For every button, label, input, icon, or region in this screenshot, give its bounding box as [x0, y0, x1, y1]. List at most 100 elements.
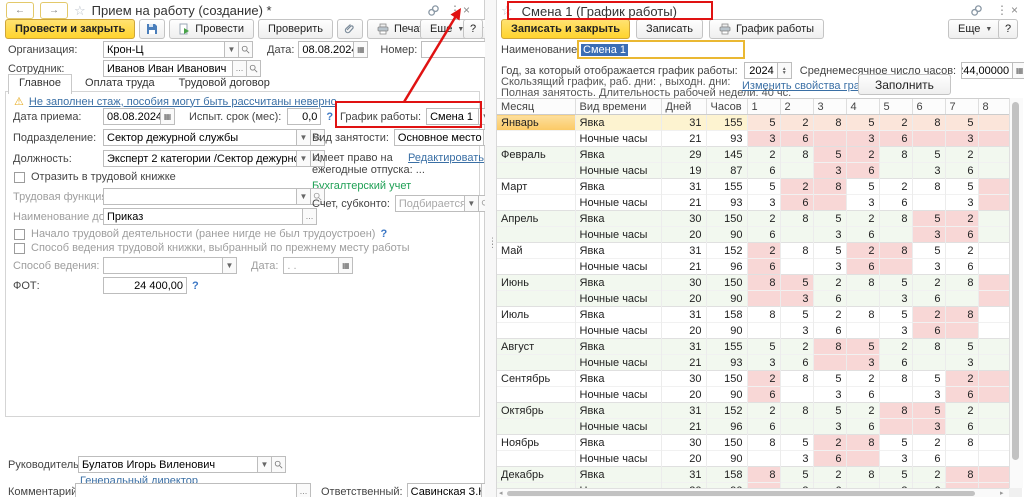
schedule-cell[interactable]: 155: [706, 179, 747, 195]
schedule-cell[interactable]: 6: [912, 451, 945, 467]
position-field[interactable]: Эксперт 2 категории /Сектор дежурной слу…: [103, 150, 297, 167]
forward-button[interactable]: →: [40, 2, 68, 19]
schedule-cell[interactable]: [978, 179, 1009, 195]
column-header[interactable]: Месяц: [497, 99, 575, 115]
schedule-cell[interactable]: 2: [912, 467, 945, 483]
schedule-cell[interactable]: 3: [912, 163, 945, 179]
schedule-cell[interactable]: 2: [912, 307, 945, 323]
schedule-cell[interactable]: 3: [912, 227, 945, 243]
horizontal-scrollbar-thumb[interactable]: [507, 491, 975, 496]
schedule-cell[interactable]: 150: [706, 275, 747, 291]
schedule-cell[interactable]: 3: [780, 451, 813, 467]
month-cell[interactable]: Декабрь: [497, 467, 575, 483]
schedule-cell[interactable]: 3: [879, 451, 912, 467]
schedule-cell[interactable]: Явка: [575, 403, 661, 419]
schedule-cell[interactable]: 5: [747, 339, 780, 355]
schedule-cell[interactable]: 31: [661, 115, 706, 131]
schedule-cell[interactable]: 3: [780, 323, 813, 339]
month-cell[interactable]: [497, 451, 575, 467]
year-spinner[interactable]: ▲▼: [778, 62, 792, 79]
schedule-cell[interactable]: 6: [780, 195, 813, 211]
position-dropdown-button[interactable]: ▼: [297, 150, 311, 167]
responsible-field[interactable]: Савинская З.Ю. (Системн: [407, 483, 482, 497]
schedule-cell[interactable]: [846, 323, 879, 339]
schedule-cell[interactable]: 8: [813, 179, 846, 195]
schedule-cell[interactable]: 8: [813, 339, 846, 355]
schedule-cell[interactable]: 5: [879, 307, 912, 323]
schedule-cell[interactable]: 6: [846, 387, 879, 403]
schedule-cell[interactable]: 2: [747, 371, 780, 387]
schedule-cell[interactable]: [945, 291, 978, 307]
fill-button[interactable]: Заполнить: [858, 74, 951, 95]
schedule-cell[interactable]: 8: [747, 435, 780, 451]
schedule-cell[interactable]: 90: [706, 451, 747, 467]
schedule-cell[interactable]: 5: [846, 115, 879, 131]
schedule-cell[interactable]: Явка: [575, 179, 661, 195]
schedule-cell[interactable]: 3: [945, 355, 978, 371]
schedule-cell[interactable]: 96: [706, 259, 747, 275]
schedule-cell[interactable]: 3: [813, 163, 846, 179]
date-calendar-button[interactable]: ▦: [354, 41, 368, 58]
column-header[interactable]: 8: [978, 99, 1009, 115]
schedule-cell[interactable]: [780, 259, 813, 275]
schedule-cell[interactable]: 93: [706, 131, 747, 147]
column-header[interactable]: 3: [813, 99, 846, 115]
schedule-cell[interactable]: Ночные часы: [575, 355, 661, 371]
schedule-cell[interactable]: [846, 291, 879, 307]
schedule-cell[interactable]: 152: [706, 243, 747, 259]
manager-dropdown-button[interactable]: ▼: [258, 456, 272, 473]
department-field[interactable]: Сектор дежурной службы: [103, 129, 297, 146]
schedule-cell[interactable]: Явка: [575, 211, 661, 227]
manager-open-button[interactable]: [272, 456, 286, 473]
doc-name-field[interactable]: Приказ: [103, 208, 303, 225]
schedule-cell[interactable]: 3: [846, 195, 879, 211]
schedule-cell[interactable]: 150: [706, 371, 747, 387]
schedule-cell[interactable]: 31: [661, 403, 706, 419]
schedule-cell[interactable]: 20: [661, 387, 706, 403]
schedule-cell[interactable]: [747, 323, 780, 339]
schedule-cell[interactable]: 2: [747, 211, 780, 227]
schedule-cell[interactable]: Ночные часы: [575, 291, 661, 307]
post-and-close-button[interactable]: Провести и закрыть: [5, 19, 135, 39]
schedule-cell[interactable]: [879, 387, 912, 403]
schedule-cell[interactable]: 6: [945, 419, 978, 435]
month-cell[interactable]: Июнь: [497, 275, 575, 291]
schedule-cell[interactable]: 5: [879, 275, 912, 291]
fot-help-icon[interactable]: ?: [192, 280, 199, 292]
schedule-cell[interactable]: 152: [706, 403, 747, 419]
schedule-cell[interactable]: 90: [706, 291, 747, 307]
schedule-cell[interactable]: [945, 451, 978, 467]
link-icon[interactable]: [427, 4, 440, 19]
number-field[interactable]: [421, 41, 487, 58]
schedule-cell[interactable]: 8: [945, 435, 978, 451]
schedule-cell[interactable]: Явка: [575, 371, 661, 387]
schedule-cell[interactable]: 5: [780, 435, 813, 451]
check-button[interactable]: Проверить: [258, 19, 333, 39]
left-help-button[interactable]: ?: [463, 19, 483, 39]
schedule-cell[interactable]: 8: [780, 403, 813, 419]
schedule-cell[interactable]: Явка: [575, 435, 661, 451]
schedule-cell[interactable]: [780, 163, 813, 179]
labor-book-checkbox[interactable]: [14, 243, 25, 254]
schedule-cell[interactable]: [780, 227, 813, 243]
schedule-cell[interactable]: [978, 323, 1009, 339]
schedule-cell[interactable]: 8: [780, 211, 813, 227]
month-cell[interactable]: Март: [497, 179, 575, 195]
schedule-cell[interactable]: Явка: [575, 339, 661, 355]
schedule-cell[interactable]: [978, 227, 1009, 243]
schedule-cell[interactable]: 3: [813, 419, 846, 435]
schedule-cell[interactable]: [879, 419, 912, 435]
column-header[interactable]: 7: [945, 99, 978, 115]
department-dropdown-button[interactable]: ▼: [297, 129, 311, 146]
schedule-cell[interactable]: [978, 243, 1009, 259]
schedule-cell[interactable]: Явка: [575, 307, 661, 323]
schedule-cell[interactable]: 155: [706, 115, 747, 131]
schedule-cell[interactable]: [747, 451, 780, 467]
column-header[interactable]: 5: [879, 99, 912, 115]
schedule-cell[interactable]: 96: [706, 419, 747, 435]
schedule-cell[interactable]: 8: [912, 339, 945, 355]
schedule-cell[interactable]: 5: [813, 371, 846, 387]
schedule-cell[interactable]: 20: [661, 227, 706, 243]
comment-field[interactable]: [75, 483, 297, 497]
manager-field[interactable]: Булатов Игорь Виленович: [78, 456, 258, 473]
